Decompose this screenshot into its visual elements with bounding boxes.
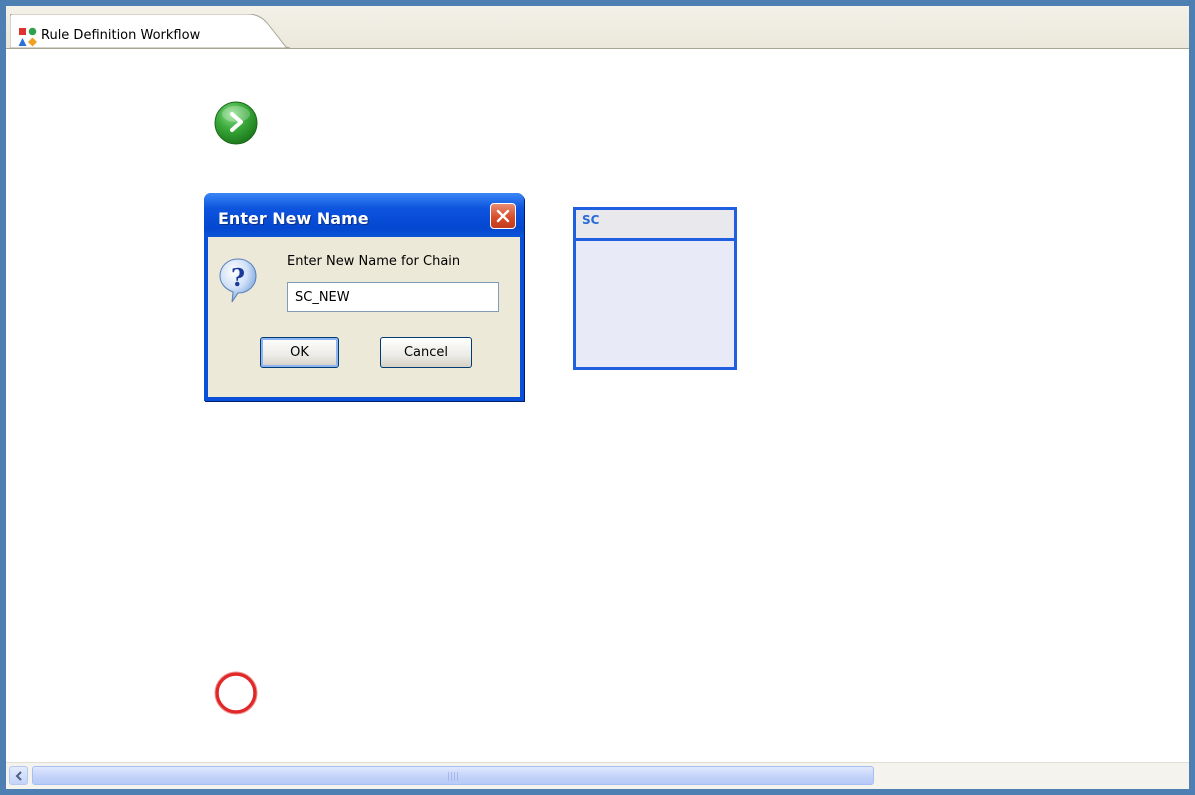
shapes-icon [18, 27, 37, 47]
cancel-button[interactable]: Cancel [380, 337, 472, 368]
chain-node-sc[interactable]: SC [573, 207, 737, 370]
dialog-title: Enter New Name [218, 209, 369, 228]
editor-tab-strip: Rule Definition Workflow [6, 6, 1189, 49]
close-icon [496, 209, 510, 223]
workflow-canvas[interactable]: SC Enter New Name ? Enter New Name for C… [6, 49, 1189, 789]
editor-window: Rule Definition Workflow SC Enter New Na… [0, 0, 1195, 795]
question-icon: ? [219, 258, 257, 303]
start-arrow-icon[interactable] [212, 99, 260, 147]
rename-dialog: Enter New Name ? Enter New Name for Chai… [204, 193, 524, 401]
tab-label: Rule Definition Workflow [41, 28, 201, 43]
new-name-input[interactable] [287, 282, 499, 312]
horizontal-scrollbar[interactable] [6, 762, 1189, 789]
scroll-left-button[interactable] [9, 766, 28, 785]
ok-button[interactable]: OK [260, 337, 339, 368]
end-circle-icon[interactable] [212, 669, 260, 717]
svg-text:?: ? [231, 263, 245, 292]
dialog-body: ? Enter New Name for Chain OK Cancel [208, 237, 520, 397]
dialog-prompt: Enter New Name for Chain [287, 254, 461, 269]
tab-rule-definition-workflow[interactable]: Rule Definition Workflow [10, 14, 290, 48]
dialog-titlebar[interactable]: Enter New Name [204, 193, 524, 237]
chevron-left-icon [15, 771, 22, 781]
scrollbar-grip [448, 772, 458, 781]
scrollbar-thumb[interactable] [32, 766, 874, 785]
chain-node-title: SC [576, 210, 734, 241]
close-button[interactable] [490, 203, 516, 229]
